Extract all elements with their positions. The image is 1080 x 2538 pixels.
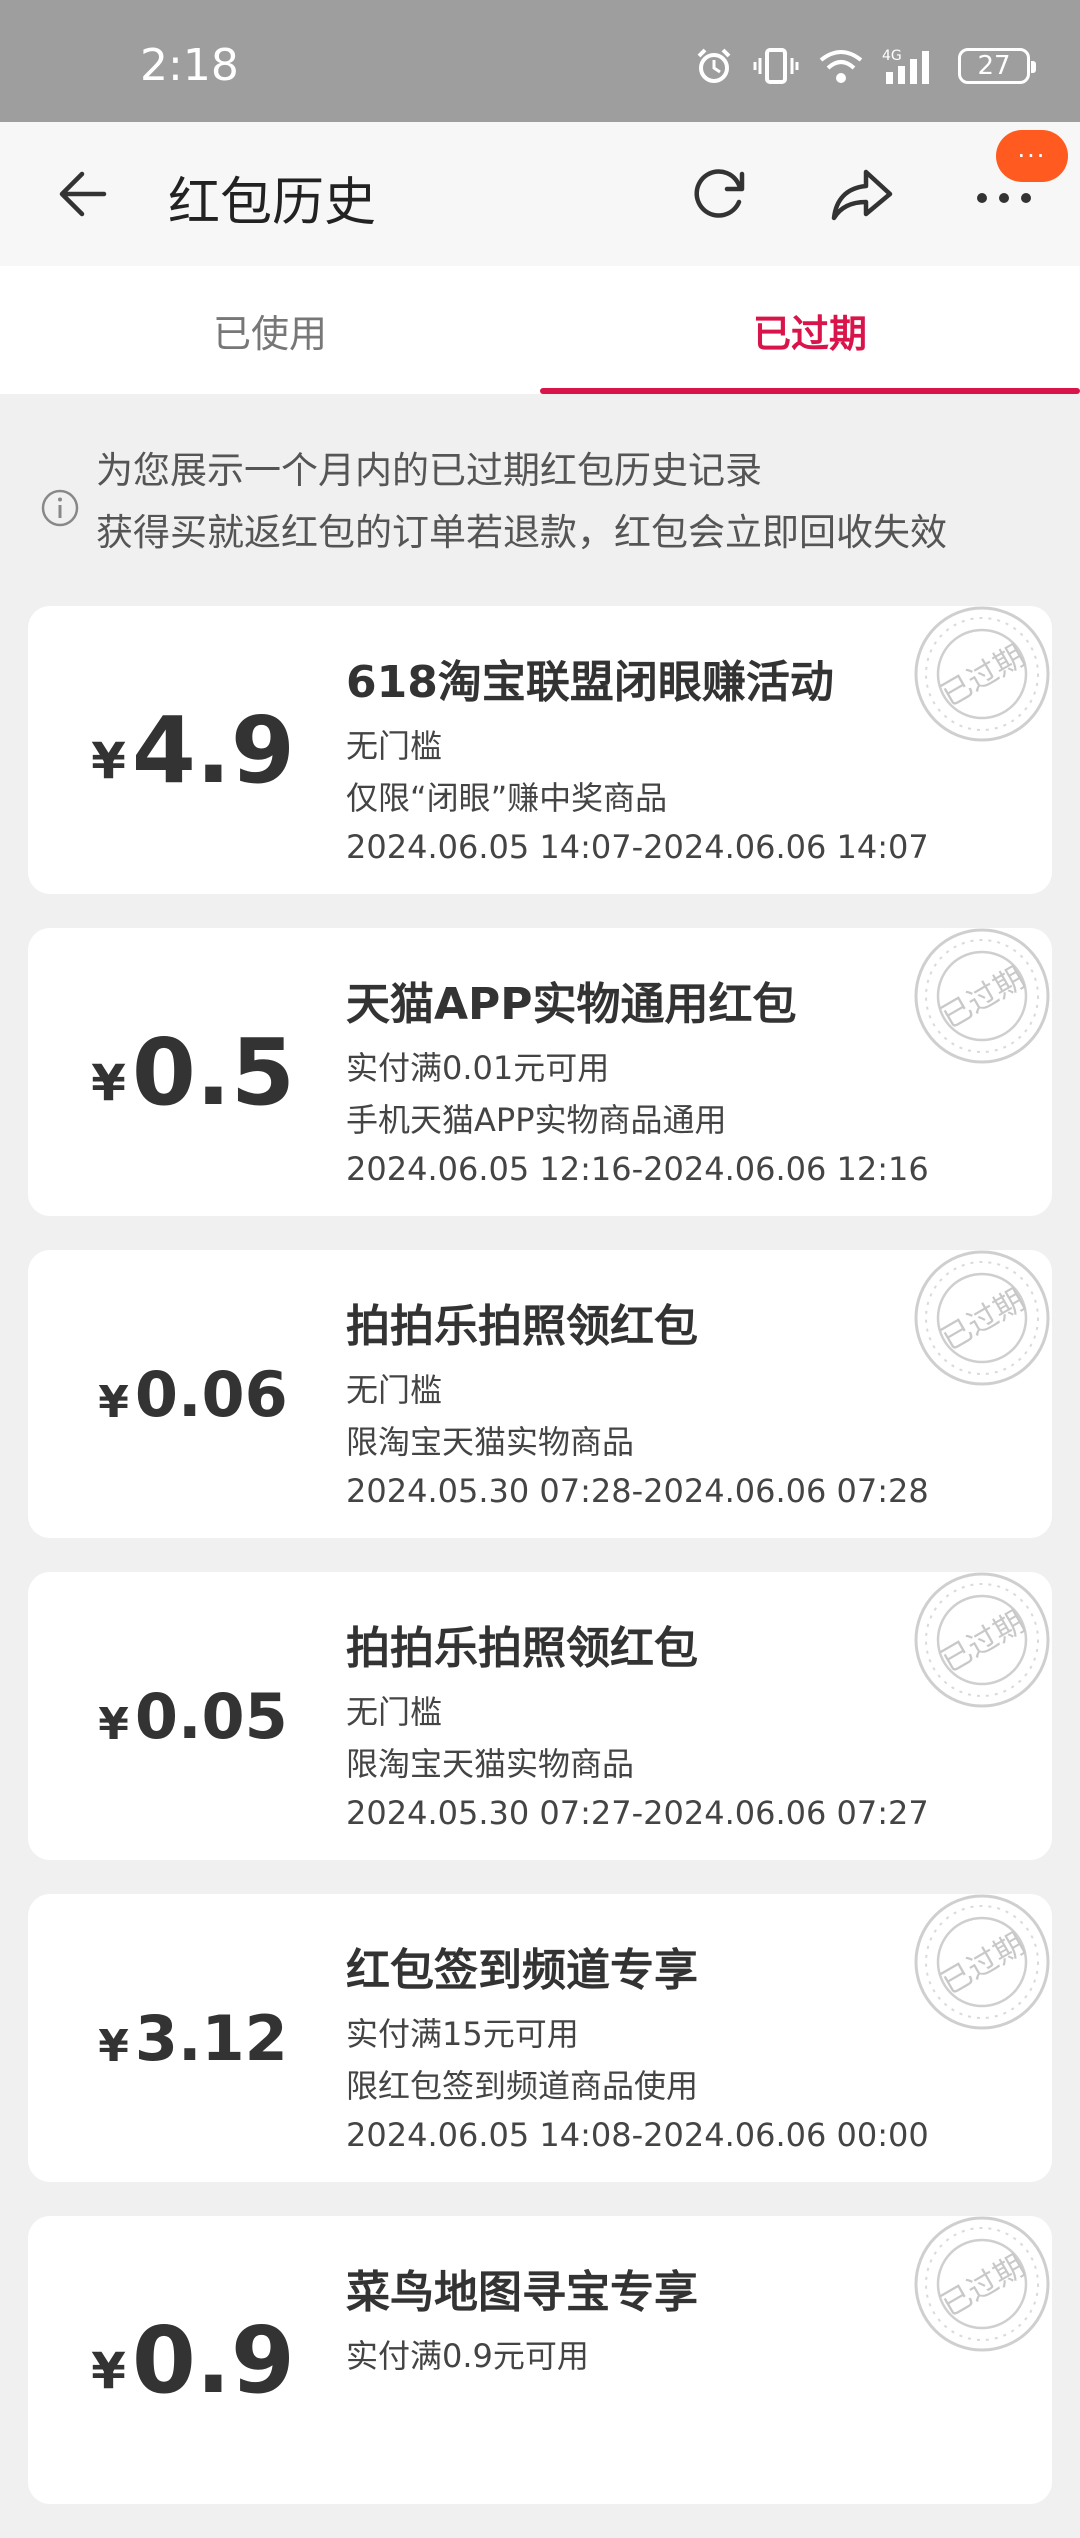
- currency-symbol: ¥: [91, 732, 126, 790]
- vibrate-icon: [753, 48, 799, 84]
- amount-value: 0.5: [131, 1018, 295, 1126]
- packet-validity-period: 2024.06.05 14:07-2024.06.06 14:07: [346, 828, 929, 866]
- packet-info: 618淘宝联盟闭眼赚活动 无门槛 仅限“闭眼”赚中奖商品 2024.06.05 …: [346, 646, 929, 866]
- expired-stamp-icon: 已过期: [914, 1250, 1050, 1386]
- packet-title: 拍拍乐拍照领红包: [346, 1301, 698, 1352]
- packet-validity-period: 2024.06.05 12:16-2024.06.06 12:16: [346, 1150, 929, 1188]
- amount: ¥ 0.05: [28, 1572, 358, 1860]
- packet-info: 天猫APP实物通用红包 实付满0.01元可用 手机天猫APP实物商品通用 202…: [346, 968, 929, 1188]
- packet-threshold: 无门槛: [346, 1693, 443, 1731]
- packet-threshold: 实付满15元可用: [346, 2015, 579, 2053]
- packet-validity-period: 2024.05.30 07:28-2024.06.06 07:28: [346, 1472, 929, 1510]
- amount: ¥ 0.9: [28, 2216, 358, 2504]
- battery-icon: 27: [958, 48, 1036, 84]
- back-arrow-icon[interactable]: [48, 162, 112, 226]
- tab-expired[interactable]: 已过期: [540, 266, 1080, 394]
- packet-validity-period: 2024.05.30 07:27-2024.06.06 07:27: [346, 1794, 929, 1832]
- status-bar: 2:18 4G 27: [0, 0, 1080, 122]
- amount: ¥ 0.06: [28, 1250, 358, 1538]
- status-icons: 4G 27: [694, 44, 1036, 88]
- packet-title: 618淘宝联盟闭眼赚活动: [346, 657, 834, 708]
- wifi-icon: [819, 50, 863, 83]
- page-title: 红包历史: [168, 173, 377, 233]
- tab-bar: 已使用 已过期: [0, 266, 1080, 394]
- currency-symbol: ¥: [91, 1054, 126, 1112]
- red-packet-card[interactable]: ¥ 0.9 菜鸟地图寻宝专享 实付满0.9元可用 已过期: [28, 2216, 1052, 2504]
- red-packet-card[interactable]: ¥ 4.9 618淘宝联盟闭眼赚活动 无门槛 仅限“闭眼”赚中奖商品 2024.…: [28, 606, 1052, 894]
- packet-threshold: 实付满0.9元可用: [346, 2337, 589, 2375]
- currency-symbol: ¥: [98, 1376, 129, 1428]
- share-icon[interactable]: [826, 158, 898, 230]
- packet-title: 菜鸟地图寻宝专享: [346, 2267, 698, 2318]
- amount-value: 3.12: [134, 2001, 288, 2075]
- red-packet-list: ¥ 4.9 618淘宝联盟闭眼赚活动 无门槛 仅限“闭眼”赚中奖商品 2024.…: [28, 606, 1052, 2538]
- packet-threshold: 实付满0.01元可用: [346, 1049, 610, 1087]
- expired-stamp-icon: 已过期: [914, 1894, 1050, 2030]
- currency-symbol: ¥: [98, 2020, 129, 2072]
- packet-scope: 手机天猫APP实物商品通用: [346, 1101, 727, 1139]
- packet-scope: 限淘宝天猫实物商品: [346, 1423, 635, 1461]
- packet-title: 红包签到频道专享: [346, 1945, 698, 1996]
- packet-scope: 限淘宝天猫实物商品: [346, 1745, 635, 1783]
- packet-info: 红包签到频道专享 实付满15元可用 限红包签到频道商品使用 2024.06.05…: [346, 1934, 929, 2154]
- packet-title: 拍拍乐拍照领红包: [346, 1623, 698, 1674]
- red-packet-card[interactable]: ¥ 0.05 拍拍乐拍照领红包 无门槛 限淘宝天猫实物商品 2024.05.30…: [28, 1572, 1052, 1860]
- packet-title: 天猫APP实物通用红包: [346, 979, 797, 1030]
- amount-value: 0.06: [134, 1357, 288, 1431]
- amount: ¥ 3.12: [28, 1894, 358, 2182]
- tab-used[interactable]: 已使用: [0, 266, 540, 394]
- red-packet-card[interactable]: ¥ 0.06 拍拍乐拍照领红包 无门槛 限淘宝天猫实物商品 2024.05.30…: [28, 1250, 1052, 1538]
- svg-text:4G: 4G: [882, 48, 902, 64]
- currency-symbol: ¥: [91, 2342, 126, 2400]
- expired-stamp-icon: 已过期: [914, 2216, 1050, 2352]
- packet-info: 拍拍乐拍照领红包 无门槛 限淘宝天猫实物商品 2024.05.30 07:27-…: [346, 1612, 929, 1832]
- packet-threshold: 无门槛: [346, 727, 443, 765]
- expired-stamp-icon: 已过期: [914, 1572, 1050, 1708]
- alarm-icon: [697, 48, 731, 83]
- cellular-signal-icon: 4G: [882, 48, 929, 84]
- packet-info: 菜鸟地图寻宝专享 实付满0.9元可用: [346, 2256, 698, 2386]
- packet-scope: 仅限“闭眼”赚中奖商品: [346, 779, 668, 817]
- notice-text-line2: 获得买就返红包的订单若退款，红包会立即回收失效: [96, 511, 947, 554]
- amount-value: 0.9: [131, 2306, 295, 2414]
- red-packet-card[interactable]: ¥ 3.12 红包签到频道专享 实付满15元可用 限红包签到频道商品使用 202…: [28, 1894, 1052, 2182]
- packet-threshold: 无门槛: [346, 1371, 443, 1409]
- amount: ¥ 0.5: [28, 928, 358, 1216]
- expired-stamp-icon: 已过期: [914, 928, 1050, 1064]
- packet-validity-period: 2024.06.05 14:08-2024.06.06 00:00: [346, 2116, 929, 2154]
- notice-text-line1: 为您展示一个月内的已过期红包历史记录: [96, 449, 762, 492]
- red-packet-card[interactable]: ¥ 0.5 天猫APP实物通用红包 实付满0.01元可用 手机天猫APP实物商品…: [28, 928, 1052, 1216]
- info-icon: [41, 489, 79, 527]
- status-time: 2:18: [140, 40, 239, 91]
- notification-badge[interactable]: ···: [996, 130, 1068, 182]
- expired-stamp-icon: 已过期: [914, 606, 1050, 742]
- header-bar: 红包历史 ···: [0, 122, 1080, 266]
- packet-info: 拍拍乐拍照领红包 无门槛 限淘宝天猫实物商品 2024.05.30 07:28-…: [346, 1290, 929, 1510]
- amount-value: 0.05: [134, 1679, 288, 1753]
- amount: ¥ 4.9: [28, 606, 358, 894]
- refresh-icon[interactable]: [684, 158, 756, 230]
- currency-symbol: ¥: [98, 1698, 129, 1750]
- amount-value: 4.9: [131, 696, 295, 804]
- packet-scope: 限红包签到频道商品使用: [346, 2067, 699, 2105]
- battery-level: 27: [977, 51, 1011, 81]
- info-notice: 为您展示一个月内的已过期红包历史记录 获得买就返红包的订单若退款，红包会立即回收…: [0, 394, 1080, 570]
